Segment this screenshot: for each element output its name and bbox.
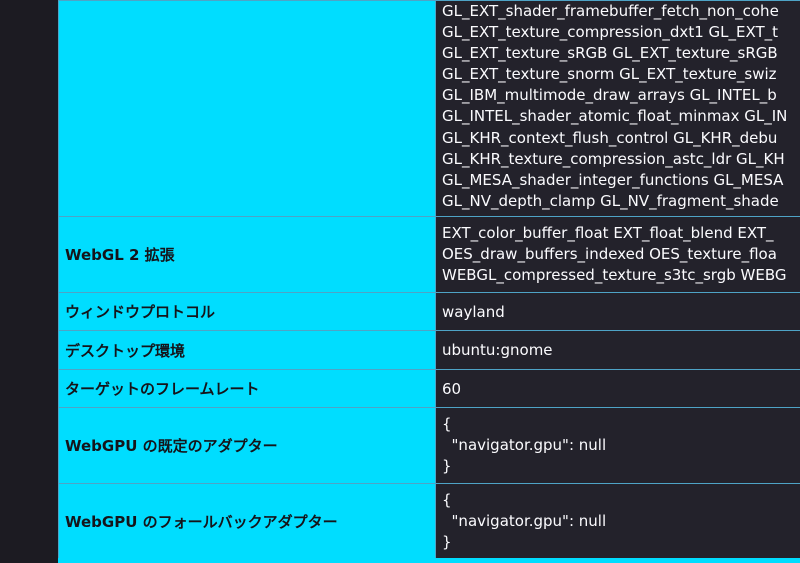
extension-line: OES_draw_buffers_indexed OES_texture_flo… <box>442 245 777 264</box>
table-row: ターゲットのフレームレート 60 <box>58 369 800 408</box>
table-row: デスクトップ環境 ubuntu:gnome <box>58 330 800 370</box>
next-row-strip <box>58 558 800 563</box>
json-value: { "navigator.gpu": null } <box>442 415 607 475</box>
extension-line: GL_IBM_multimode_draw_arrays GL_INTEL_b <box>442 86 777 105</box>
row-value-webgpu-fallback-adapter: { "navigator.gpu": null } <box>435 483 800 559</box>
row-label-webgl2-extensions: WebGL 2 拡張 <box>58 216 436 293</box>
extension-line: GL_MESA_shader_integer_functions GL_MESA <box>442 170 784 189</box>
extension-line: GL_EXT_texture_sRGB GL_EXT_texture_sRGB <box>442 44 778 63</box>
row-label-webgpu-fallback-adapter: WebGPU のフォールバックアダプター <box>58 483 436 559</box>
extension-line: GL_KHR_context_flush_control GL_KHR_debu <box>442 128 778 147</box>
row-label-window-protocol: ウィンドウプロトコル <box>58 292 436 331</box>
row-value-webgl2-extensions: EXT_color_buffer_float EXT_float_blend E… <box>435 216 800 293</box>
extension-line: GL_KHR_texture_compression_astc_ldr GL_K… <box>442 149 785 168</box>
row-label-desktop-environment: デスクトップ環境 <box>58 330 436 370</box>
row-value-target-framerate: 60 <box>435 369 800 408</box>
row-value-desktop-environment: ubuntu:gnome <box>435 330 800 370</box>
extension-line: GL_EXT_texture_compression_dxt1 GL_EXT_t <box>442 23 779 42</box>
graphics-info-table: GL_EXT_shader_framebuffer_fetch_non_cohe… <box>58 0 800 559</box>
row-label <box>58 0 436 217</box>
row-label-webgpu-default-adapter: WebGPU の既定のアダプター <box>58 407 436 484</box>
extension-line: WEBGL_compressed_texture_s3tc_srgb WEBG <box>442 266 787 285</box>
table-row: WebGPU のフォールバックアダプター { "navigator.gpu": … <box>58 483 800 559</box>
row-value-gl-extensions: GL_EXT_shader_framebuffer_fetch_non_cohe… <box>435 0 800 217</box>
row-value-webgpu-default-adapter: { "navigator.gpu": null } <box>435 407 800 484</box>
table-row: WebGPU の既定のアダプター { "navigator.gpu": null… <box>58 407 800 484</box>
about-support-page: GL_EXT_shader_framebuffer_fetch_non_cohe… <box>0 0 800 563</box>
extension-line: EXT_color_buffer_float EXT_float_blend E… <box>442 224 774 242</box>
extension-line: GL_EXT_texture_snorm GL_EXT_texture_swiz <box>442 65 777 84</box>
table-row: WebGL 2 拡張 EXT_color_buffer_float EXT_fl… <box>58 216 800 293</box>
extension-line: GL_NV_depth_clamp GL_NV_fragment_shade <box>442 191 779 210</box>
json-value: { "navigator.gpu": null } <box>442 490 607 551</box>
row-label-target-framerate: ターゲットのフレームレート <box>58 369 436 408</box>
table-row: ウィンドウプロトコル wayland <box>58 292 800 331</box>
extension-line: GL_INTEL_shader_atomic_float_minmax GL_I… <box>442 107 788 126</box>
extension-line: GL_EXT_shader_framebuffer_fetch_non_cohe <box>442 2 779 20</box>
row-value-window-protocol: wayland <box>435 292 800 331</box>
table-row: GL_EXT_shader_framebuffer_fetch_non_cohe… <box>58 0 800 217</box>
